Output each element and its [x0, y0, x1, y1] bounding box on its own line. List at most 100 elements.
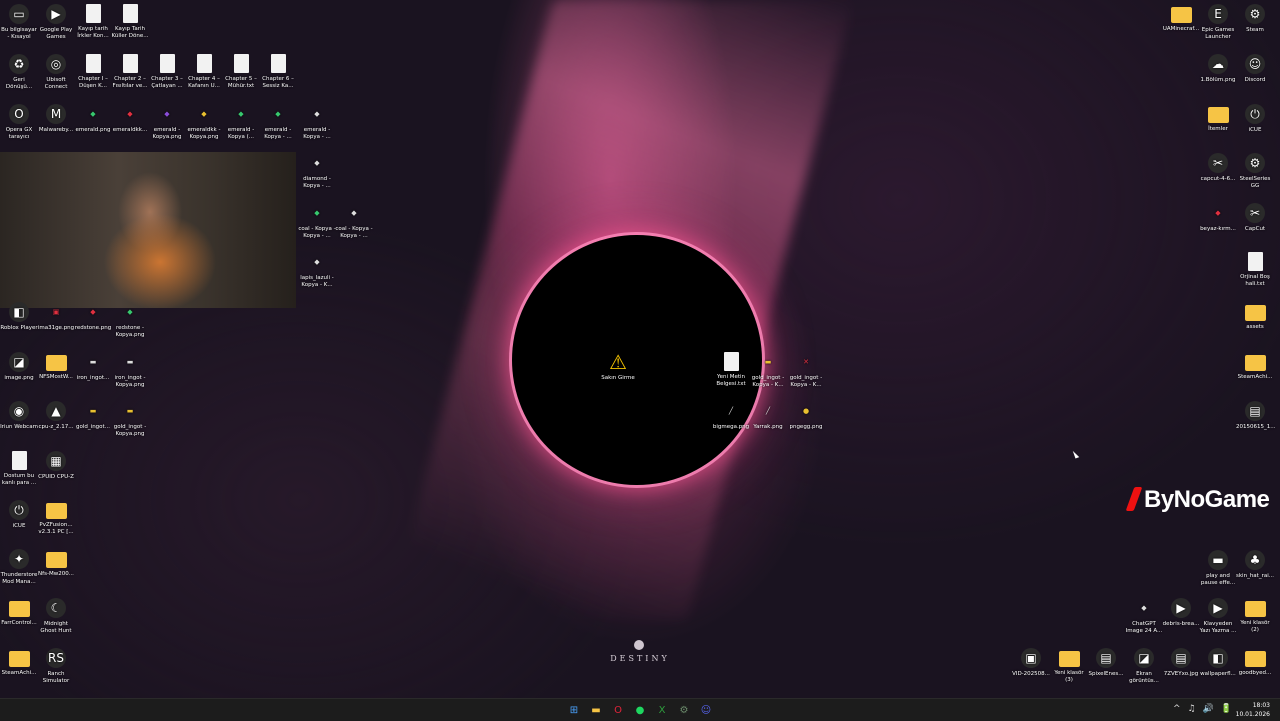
desktop-icon-emerald1[interactable]: ◆ emerald.png	[74, 104, 112, 134]
desktop-icon-yenimetin[interactable]: Yeni Metin Belgesi.txt	[712, 352, 750, 388]
desktop-icon-assets[interactable]: assets	[1236, 302, 1274, 331]
taskbar-settings-icon[interactable]: ⚙	[676, 702, 692, 718]
desktop-icon-playpause[interactable]: ▬ play and pause effe...	[1199, 550, 1237, 587]
desktop-icon-bigmega[interactable]: ╱ bigmega.png	[712, 401, 750, 431]
taskbar-xbox-icon[interactable]: X	[654, 702, 670, 718]
desktop-icon-label: SteamAchi...	[1, 670, 37, 676]
desktop-icon-kayip1[interactable]: Kayıp tarih İrkler Kon...	[74, 4, 112, 40]
desktop-icon-goodbyed[interactable]: goodbyed...	[1236, 648, 1274, 677]
taskbar-discord-icon[interactable]: ☺	[698, 702, 714, 718]
desktop-icon-beyazkirm[interactable]: ◆ beyaz-kırm...	[1199, 203, 1237, 233]
desktop-icon-capcut46[interactable]: ✂ capcut-4-6...	[1199, 153, 1237, 183]
desktop-icon-coal1[interactable]: ◆ coal - Kopya - Kopya - ...	[298, 203, 336, 240]
desktop-icon-vid[interactable]: ▣ VID-202508...	[1012, 648, 1050, 678]
desktop-icon-kayip2[interactable]: Kayıp Tarih Küller Döne...	[111, 4, 149, 40]
desktop-icon-ch1[interactable]: Chapter I – Düşen K...	[74, 54, 112, 90]
desktop-icon-wallpaper[interactable]: ◧ wallpaperfl...	[1199, 648, 1237, 678]
desktop-icon-ch2[interactable]: Chapter 2 – Fısıltılar ve...	[111, 54, 149, 90]
desktop-icon-diamond[interactable]: ◆ diamond - Kopya - ...	[298, 153, 336, 190]
desktop-icon-ubisoft[interactable]: ◎ Ubisoft Connect	[37, 54, 75, 91]
desktop-icon-cpuz217[interactable]: ▲ cpu-z_2.17...	[37, 401, 75, 431]
desktop-icon-icue1[interactable]: ⏻ iCUE	[0, 500, 38, 530]
desktop-icon-gplay[interactable]: ▶ Google Play Games	[37, 4, 75, 41]
desktop-icon-cpuid[interactable]: ▦ CPUID CPU-Z	[37, 451, 75, 481]
desktop-icon-gold2[interactable]: ▬ gold_ingot - Kopya.png	[111, 401, 149, 438]
desktop-icon-emerald4[interactable]: ◆ emerald - Kopya (...	[222, 104, 260, 141]
desktop-icon-iron1[interactable]: ▬ iron_ingot...	[74, 352, 112, 382]
desktop-icon-steelseries[interactable]: ⚙ SteelSeries GG	[1236, 153, 1274, 190]
taskbar-start-icon[interactable]: ⊞	[566, 702, 582, 718]
desktop-icon-spixel[interactable]: ▤ SpixelEnes...	[1087, 648, 1125, 678]
desktop-icon-recycle[interactable]: ♻ Geri Dönüşü...	[0, 54, 38, 91]
taskbar-clock[interactable]: 18:03 10.01.2026	[1236, 701, 1270, 719]
taskbar-spotify-icon[interactable]: ●	[632, 702, 648, 718]
desktop-icon-discord[interactable]: ☺ Discord	[1236, 54, 1274, 84]
desktop-icon-itemler[interactable]: İtemler	[1199, 104, 1237, 133]
desktop-icon-ekran[interactable]: ◪ Ekran görüntüs...	[1125, 648, 1163, 685]
desktop-icon-redstone2[interactable]: ◆ redstone - Kopya.png	[111, 302, 149, 339]
desktop-icon-farrcontrol[interactable]: FarrControl...	[0, 598, 38, 627]
desktop-icon-iron2[interactable]: ▬ iron_ingot - Kopya.png	[111, 352, 149, 389]
desktop-icon-operagx[interactable]: O Opera GX tarayıcı	[0, 104, 38, 141]
clock-date: 10.01.2026	[1235, 711, 1270, 718]
desktop-icon-roblox[interactable]: ◧ Roblox Player	[0, 302, 38, 332]
desktop-icon-uaminecraft[interactable]: UAMinecraf...	[1162, 4, 1200, 33]
desktop-icon-thunderstore[interactable]: ✦ Thunderstore Mod Mana...	[0, 549, 38, 586]
desktop-icon-emeralddkk[interactable]: ◆ emeraldkk...	[111, 104, 149, 134]
desktop-icon-bolum1[interactable]: ☁ 1.Bölüm.png	[1199, 54, 1237, 84]
desktop-icon-icue2[interactable]: ⏻ iCUE	[1236, 104, 1274, 134]
desktop-icon-yeniklasor2[interactable]: Yeni klasör (2)	[1236, 598, 1274, 634]
tray-icon-2[interactable]: 🔊	[1203, 704, 1214, 714]
desktop-icon-ch5[interactable]: Chapter 5 – Mühür.txt	[222, 54, 260, 90]
yeniklasor3-icon	[1058, 651, 1080, 667]
desktop-icon-thispc[interactable]: ▭ Bu bilgisayar - Kısayol	[0, 4, 38, 41]
desktop-icon-nfsmostw[interactable]: NFSMostW...	[37, 352, 75, 381]
desktop-icon-file20150615[interactable]: ▤ 20150615_1...	[1236, 401, 1276, 431]
imagepng-icon: ◪	[9, 352, 29, 372]
desktop-icon-goldk1[interactable]: ▬ gold_ingot - Kopya - K...	[749, 352, 787, 389]
desktop-icon-lapis[interactable]: ◆ lapis_lazuli - Kopya - K...	[298, 252, 336, 289]
desktop-icon-capcut[interactable]: ✂ CapCut	[1236, 203, 1274, 233]
desktop-icon-orjinalbos[interactable]: Orjinal Boş hali.txt	[1236, 252, 1274, 288]
desktop-icon-nfsmw[interactable]: Nfs-Mw200...	[37, 549, 75, 578]
desktop-icon-dostum[interactable]: Dostum bu kanlı para ...	[0, 451, 38, 487]
desktop-icon-pngegg[interactable]: ● pngegg.png	[787, 401, 825, 431]
desktop-icon-pvzfusion[interactable]: PvZFusion... v2.3.1 PC [...	[37, 500, 75, 536]
desktop-icon-ranch[interactable]: RS Ranch Simulator	[37, 648, 75, 685]
desktop-icon-skinhat[interactable]: ♣ skin_hat_rai...	[1236, 550, 1274, 580]
desktop-icon-steamachi[interactable]: SteamAchi...	[0, 648, 38, 677]
desktop-icon-redstone1[interactable]: ◆ redstone.png	[74, 302, 112, 332]
desktop-icon-steamachi2[interactable]: SteamAchi...	[1236, 352, 1274, 381]
desktop-icon-steam[interactable]: ⚙ Steam	[1236, 4, 1274, 34]
desktop-icon-goldk2[interactable]: ✕ gold_ingot - Kopya - K...	[787, 352, 825, 389]
desktop-icon-iriun[interactable]: ◉ Iriun Webcam	[0, 401, 38, 431]
desktop-icon-sakin[interactable]: ⚠ Sakın Girme	[599, 352, 637, 382]
desktop-icon-emerald3[interactable]: ◆ emeraldkk - Kopya.png	[185, 104, 223, 141]
tray-icon-0[interactable]: ^	[1173, 704, 1181, 714]
desktop-icon-zveyxo[interactable]: ▤ 7ZVEYxo.jpg	[1162, 648, 1200, 678]
desktop-icon-yarrak[interactable]: ╱ Yarrak.png	[749, 401, 787, 431]
desktop-icon-imagepng[interactable]: ◪ image.png	[0, 352, 38, 382]
desktop-icon-ch3[interactable]: Chapter 3 – Çatlayan ...	[148, 54, 186, 90]
desktop-icon-yeniklasor3[interactable]: Yeni klasör (3)	[1050, 648, 1088, 684]
desktop-icon-emerald5[interactable]: ◆ emerald - Kopya - ...	[259, 104, 297, 141]
desktop-icon-ch6[interactable]: Chapter 6 – Sessiz Ka...	[259, 54, 297, 90]
desktop-icon-debris[interactable]: ▶ debris-brea...	[1162, 598, 1200, 628]
roblox-icon: ◧	[9, 302, 29, 322]
assets-icon	[1244, 305, 1266, 321]
desktop-icon-gold1[interactable]: ▬ gold_ingot...	[74, 401, 112, 431]
desktop-icon-ch4[interactable]: Chapter 4 – Kafanın U...	[185, 54, 223, 90]
tray-icon-3[interactable]: 🔋	[1221, 704, 1232, 714]
tray-icon-1[interactable]: ♫	[1187, 704, 1195, 714]
desktop-icon-epic[interactable]: E Epic Games Launcher	[1199, 4, 1237, 41]
desktop-icon-emerald6[interactable]: ◆ emerald - Kopya - ...	[298, 104, 336, 141]
taskbar-opera-icon[interactable]: O	[610, 702, 626, 718]
taskbar-explorer-icon[interactable]: ▬	[588, 702, 604, 718]
desktop-icon-coal2[interactable]: ◆ coal - Kopya - Kopya - ...	[335, 203, 373, 240]
desktop-icon-chatgpt[interactable]: ◆ ChatGPT Image 24 A...	[1125, 598, 1163, 635]
desktop-icon-emerald2[interactable]: ◆ emerald - Kopya.png	[148, 104, 186, 141]
desktop-icon-ima31[interactable]: ▣ ima31ge.png	[37, 302, 75, 332]
desktop-icon-klavyeden[interactable]: ▶ Klavyeden Yazı Yazma ...	[1199, 598, 1237, 635]
desktop-icon-midnight[interactable]: ☾ Midnight Ghost Hunt	[37, 598, 75, 635]
desktop-icon-malwarebytes[interactable]: M Malwareby...	[37, 104, 75, 134]
